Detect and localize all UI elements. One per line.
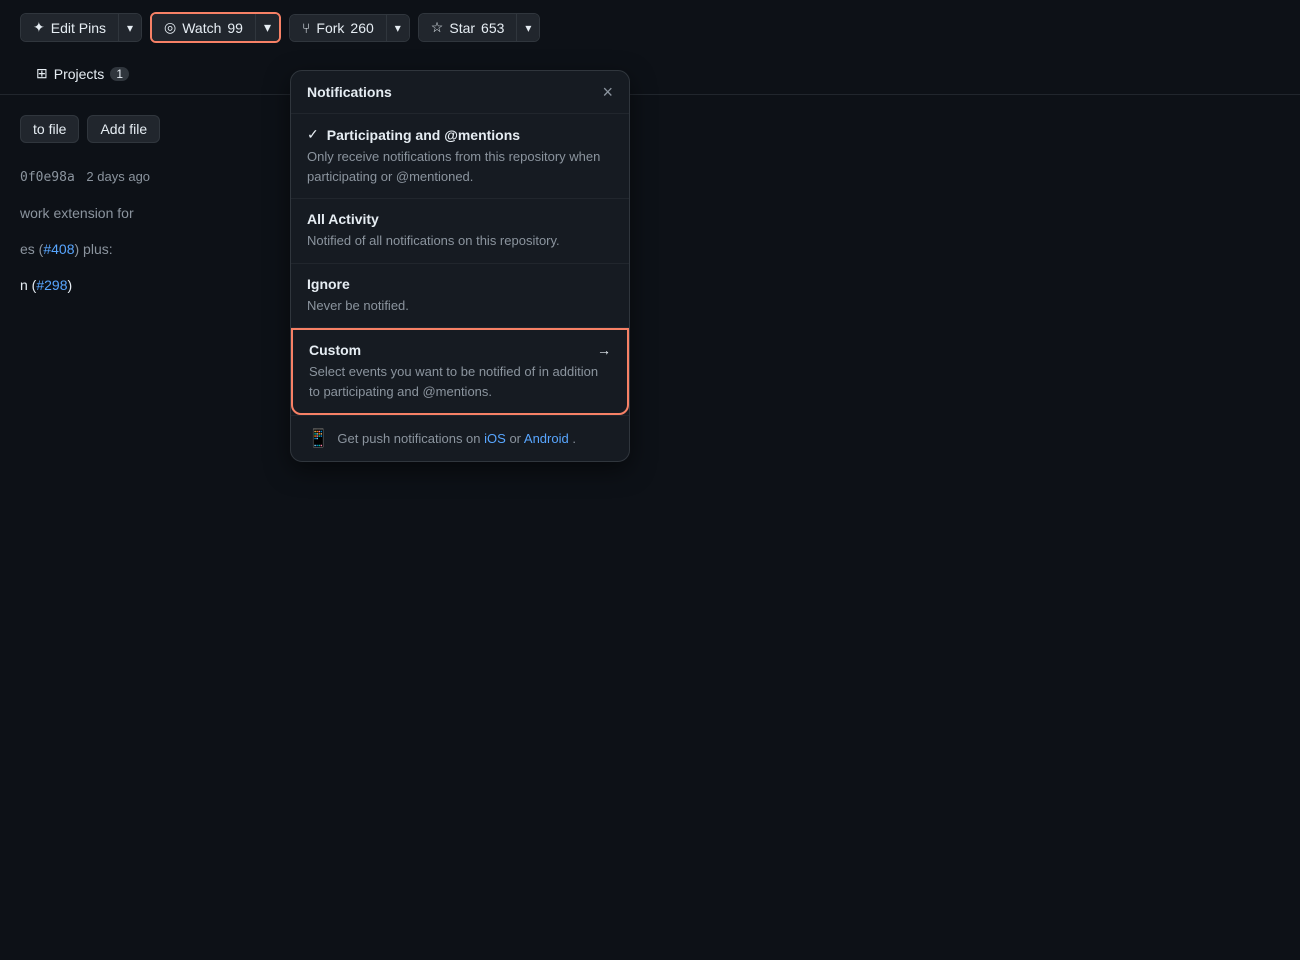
star-icon: ☆ — [431, 19, 444, 36]
star-main-button[interactable]: ☆ Star 653 — [419, 14, 517, 41]
custom-desc: Select events you want to be notified of… — [309, 362, 611, 401]
close-dropdown-button[interactable]: × — [602, 83, 613, 101]
participating-header: ✓ Participating and @mentions — [307, 126, 613, 143]
commit-time: 2 days ago — [86, 169, 150, 184]
issue-298-link[interactable]: #298 — [36, 277, 67, 293]
custom-header: Custom → — [309, 342, 611, 358]
pin-icon: ✦ — [33, 19, 45, 36]
commit-hash: 0f0e98a — [20, 170, 75, 185]
projects-label: Projects — [54, 66, 105, 82]
participating-title: Participating and @mentions — [327, 127, 520, 143]
phone-icon: 📱 — [307, 428, 329, 449]
watch-main-button[interactable]: ◎ Watch 99 — [152, 14, 255, 41]
commit-info: 0f0e98a 2 days ago — [20, 159, 1280, 195]
edit-pins-label: Edit Pins — [51, 20, 106, 36]
ignore-header: Ignore — [307, 276, 613, 292]
custom-title: Custom — [309, 342, 361, 358]
footer-text: Get push notifications on iOS or Android… — [337, 431, 576, 446]
watch-button-group: ◎ Watch 99 ▾ — [150, 12, 281, 43]
extension-text: work extension for — [20, 195, 1280, 231]
watch-arrow-button[interactable]: ▾ — [255, 14, 279, 41]
edit-pins-arrow[interactable]: ▾ — [118, 14, 141, 41]
star-arrow-button[interactable]: ▾ — [516, 14, 539, 41]
fork-icon: ⑂ — [302, 20, 310, 36]
fork-count-badge: 260 — [350, 20, 373, 36]
star-button-group: ☆ Star 653 ▾ — [418, 13, 541, 42]
issue-408-link[interactable]: #408 — [43, 241, 74, 257]
notification-item-custom[interactable]: Custom → Select events you want to be no… — [291, 328, 629, 415]
add-file-label: Add file — [100, 121, 147, 137]
ignore-title: Ignore — [307, 276, 350, 292]
fork-main-button[interactable]: ⑂ Fork 260 — [290, 15, 386, 41]
edit-pins-main[interactable]: ✦ Edit Pins — [21, 14, 118, 41]
add-file-button[interactable]: Add file — [87, 115, 160, 143]
notification-item-ignore[interactable]: Ignore Never be notified. — [291, 264, 629, 329]
nav-item-projects[interactable]: ⊞ Projects 1 — [20, 55, 145, 94]
issue-408-text: es (#408) plus: — [20, 231, 1280, 267]
edit-pins-button[interactable]: ✦ Edit Pins ▾ — [20, 13, 142, 42]
watch-count-badge: 99 — [227, 20, 243, 36]
dropdown-footer: 📱 Get push notifications on iOS or Andro… — [291, 415, 629, 461]
fork-arrow-button[interactable]: ▾ — [386, 15, 409, 41]
star-label: Star — [449, 20, 475, 36]
issue-298-text: n (#298) — [20, 267, 1280, 303]
eye-icon: ◎ — [164, 19, 176, 36]
check-icon-participating: ✓ — [307, 126, 319, 143]
watch-label: Watch — [182, 20, 221, 36]
to-file-button[interactable]: to file — [20, 115, 79, 143]
all-activity-title: All Activity — [307, 211, 379, 227]
nav-bar: ⊞ Projects 1 — [0, 55, 1300, 95]
projects-count-badge: 1 — [110, 67, 129, 81]
notification-item-participating[interactable]: ✓ Participating and @mentions Only recei… — [291, 114, 629, 199]
participating-desc: Only receive notifications from this rep… — [307, 147, 613, 186]
toolbar: ✦ Edit Pins ▾ ◎ Watch 99 ▾ ⑂ Fork 260 ▾ … — [0, 0, 1300, 55]
fork-label: Fork — [316, 20, 344, 36]
to-file-label: to file — [33, 121, 66, 137]
android-link[interactable]: Android — [524, 431, 569, 446]
ignore-desc: Never be notified. — [307, 296, 613, 316]
fork-button-group: ⑂ Fork 260 ▾ — [289, 14, 410, 42]
all-activity-header: All Activity — [307, 211, 613, 227]
all-activity-desc: Notified of all notifications on this re… — [307, 231, 613, 251]
dropdown-header: Notifications × — [291, 71, 629, 114]
notification-item-all-activity[interactable]: All Activity Notified of all notificatio… — [291, 199, 629, 264]
ios-link[interactable]: iOS — [484, 431, 506, 446]
star-count-badge: 653 — [481, 20, 504, 36]
custom-arrow-icon: → — [597, 342, 611, 358]
dropdown-title: Notifications — [307, 84, 392, 100]
notifications-dropdown: Notifications × ✓ Participating and @men… — [290, 70, 630, 462]
projects-table-icon: ⊞ — [36, 65, 48, 82]
